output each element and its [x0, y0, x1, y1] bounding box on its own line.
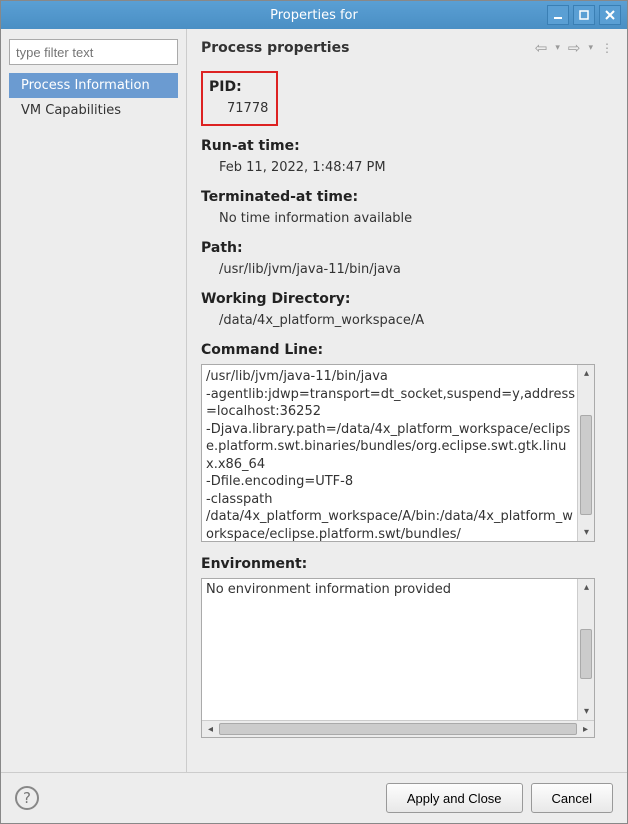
back-dropdown-icon[interactable]: ▾ [555, 43, 560, 53]
runat-value: Feb 11, 2022, 1:48:47 PM [201, 160, 613, 175]
termat-value: No time information available [201, 211, 613, 226]
main-panel: Process properties ⇦ ▾ ⇨ ▾ ⋮ PID: 71778 [187, 29, 627, 772]
dialog-footer: ? Apply and Close Cancel [1, 772, 627, 823]
scrollbar-thumb[interactable] [219, 723, 577, 735]
termat-label: Terminated-at time: [201, 189, 613, 205]
env-textarea[interactable]: No environment information provided ▴ ▾ … [201, 578, 595, 738]
scroll-right-icon[interactable]: ▸ [577, 721, 594, 738]
sidebar-item-process-information[interactable]: Process Information [9, 73, 178, 98]
sidebar-item-label: VM Capabilities [21, 103, 121, 118]
path-value: /usr/lib/jvm/java-11/bin/java [201, 262, 613, 277]
env-label: Environment: [201, 556, 613, 572]
runat-label: Run-at time: [201, 138, 613, 154]
workdir-value: /data/4x_platform_workspace/A [201, 313, 613, 328]
maximize-button[interactable] [573, 5, 595, 25]
horizontal-scrollbar[interactable]: ◂ ▸ [202, 720, 594, 737]
menu-icon[interactable]: ⋮ [601, 41, 613, 55]
sidebar-item-vm-capabilities[interactable]: VM Capabilities [9, 98, 178, 123]
forward-dropdown-icon[interactable]: ▾ [588, 43, 593, 53]
panel-title: Process properties [201, 40, 535, 56]
cmdline-content: /usr/lib/jvm/java-11/bin/java -agentlib:… [202, 365, 594, 541]
help-icon[interactable]: ? [15, 786, 39, 810]
scrollbar-thumb[interactable] [580, 415, 592, 515]
sidebar-item-label: Process Information [21, 78, 150, 93]
workdir-label: Working Directory: [201, 291, 613, 307]
env-content: No environment information provided [202, 579, 594, 720]
forward-icon[interactable]: ⇨ [568, 39, 581, 57]
titlebar: Properties for [1, 1, 627, 29]
cmdline-textarea[interactable]: /usr/lib/jvm/java-11/bin/java -agentlib:… [201, 364, 595, 542]
scroll-up-icon[interactable]: ▴ [578, 579, 595, 596]
cmdline-label: Command Line: [201, 342, 613, 358]
window-title: Properties for [270, 8, 358, 23]
scroll-down-icon[interactable]: ▾ [578, 703, 595, 720]
close-button[interactable] [599, 5, 621, 25]
scrollbar-thumb[interactable] [580, 629, 592, 679]
pid-value: 71778 [209, 101, 268, 116]
vertical-scrollbar[interactable]: ▴ ▾ [577, 579, 594, 720]
sidebar: Process Information VM Capabilities [1, 29, 187, 772]
path-label: Path: [201, 240, 613, 256]
pid-label: PID: [209, 79, 268, 95]
properties-dialog: Properties for Process Information [0, 0, 628, 824]
scroll-left-icon[interactable]: ◂ [202, 721, 219, 738]
scroll-down-icon[interactable]: ▾ [578, 524, 595, 541]
filter-input[interactable] [9, 39, 178, 65]
back-icon[interactable]: ⇦ [535, 39, 548, 57]
minimize-button[interactable] [547, 5, 569, 25]
pid-highlight-box: PID: 71778 [201, 71, 278, 126]
cancel-button[interactable]: Cancel [531, 783, 613, 813]
apply-close-button[interactable]: Apply and Close [386, 783, 523, 813]
vertical-scrollbar[interactable]: ▴ ▾ [577, 365, 594, 541]
scroll-up-icon[interactable]: ▴ [578, 365, 595, 382]
